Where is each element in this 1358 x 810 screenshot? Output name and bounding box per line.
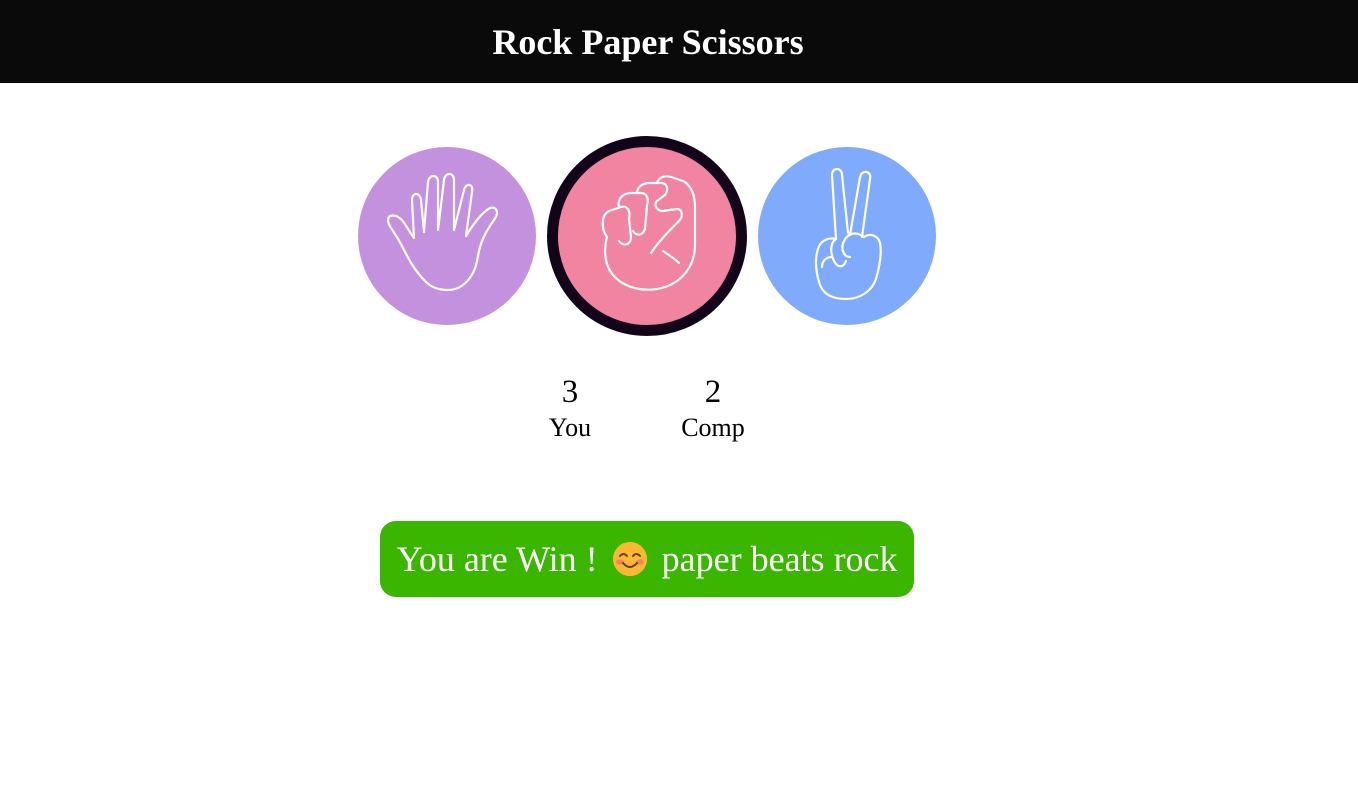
computer-score: 2 Comp (663, 376, 763, 441)
result-detail-text: paper beats rock (661, 539, 898, 579)
computer-score-value: 2 (704, 374, 722, 410)
rock-choice-button[interactable] (547, 136, 747, 336)
app-header: Rock Paper Scissors (0, 0, 1358, 83)
user-score-label: You (548, 413, 592, 442)
open-hand-icon (386, 172, 499, 292)
fist-icon (601, 175, 697, 291)
paper-choice-button[interactable] (358, 147, 536, 325)
user-score-value: 3 (561, 374, 579, 410)
scissors-choice-button[interactable] (758, 147, 936, 325)
result-message-text: You are Win ! (396, 539, 598, 579)
user-score: 3 You (530, 376, 610, 441)
computer-score-label: Comp (681, 413, 745, 442)
smiling-face-icon (612, 542, 647, 576)
result-message: You are Win ! paper beats rock (380, 521, 914, 597)
page-title: Rock Paper Scissors (492, 21, 804, 62)
peace-hand-icon (814, 167, 882, 301)
